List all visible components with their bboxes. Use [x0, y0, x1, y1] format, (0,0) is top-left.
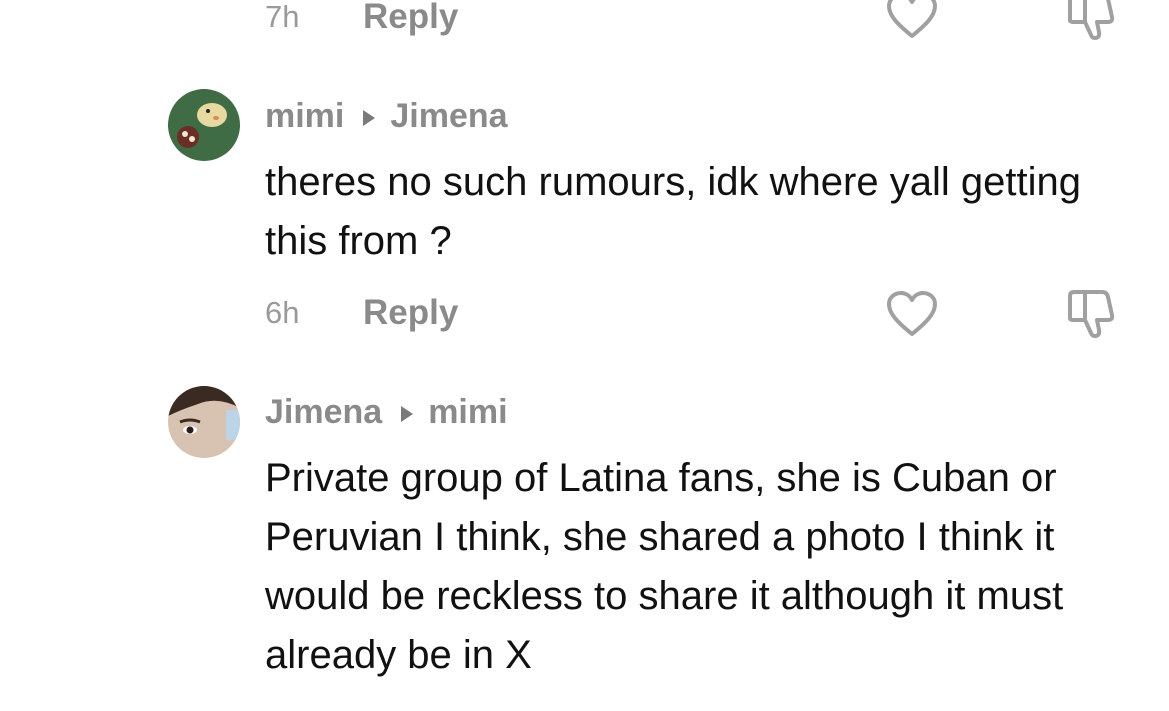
reply-button[interactable]: Reply	[363, 293, 458, 333]
comment-text: Private group of Latina fans, she is Cub…	[265, 456, 1064, 677]
comment-thread: 7h Reply mimi Jimena theres no such rumo…	[0, 0, 1169, 711]
play-triangle-icon	[400, 393, 414, 432]
thumbs-down-icon[interactable]	[1066, 0, 1118, 42]
comment-meta-row: 7h Reply	[265, 0, 458, 37]
heart-icon[interactable]	[886, 0, 938, 40]
comment-meta-row: 6h Reply	[265, 293, 458, 333]
reply-to-name[interactable]: Jimena	[390, 97, 507, 136]
comment-time: 6h	[265, 295, 300, 330]
play-triangle-icon	[362, 97, 376, 136]
comment-text: theres no such rumours, idk where yall g…	[265, 160, 1081, 263]
author-name[interactable]: Jimena	[265, 393, 382, 432]
reply-to-name[interactable]: mimi	[428, 393, 507, 432]
author-name[interactable]: mimi	[265, 97, 344, 136]
heart-icon[interactable]	[886, 290, 938, 338]
reply-button[interactable]: Reply	[363, 0, 458, 37]
thumbs-down-icon[interactable]	[1066, 288, 1118, 340]
avatar[interactable]	[168, 89, 240, 161]
comment-time: 7h	[265, 0, 300, 34]
avatar[interactable]	[168, 386, 240, 458]
comment-header: mimi Jimena	[265, 96, 508, 136]
comment-header: Jimena mimi	[265, 392, 508, 432]
